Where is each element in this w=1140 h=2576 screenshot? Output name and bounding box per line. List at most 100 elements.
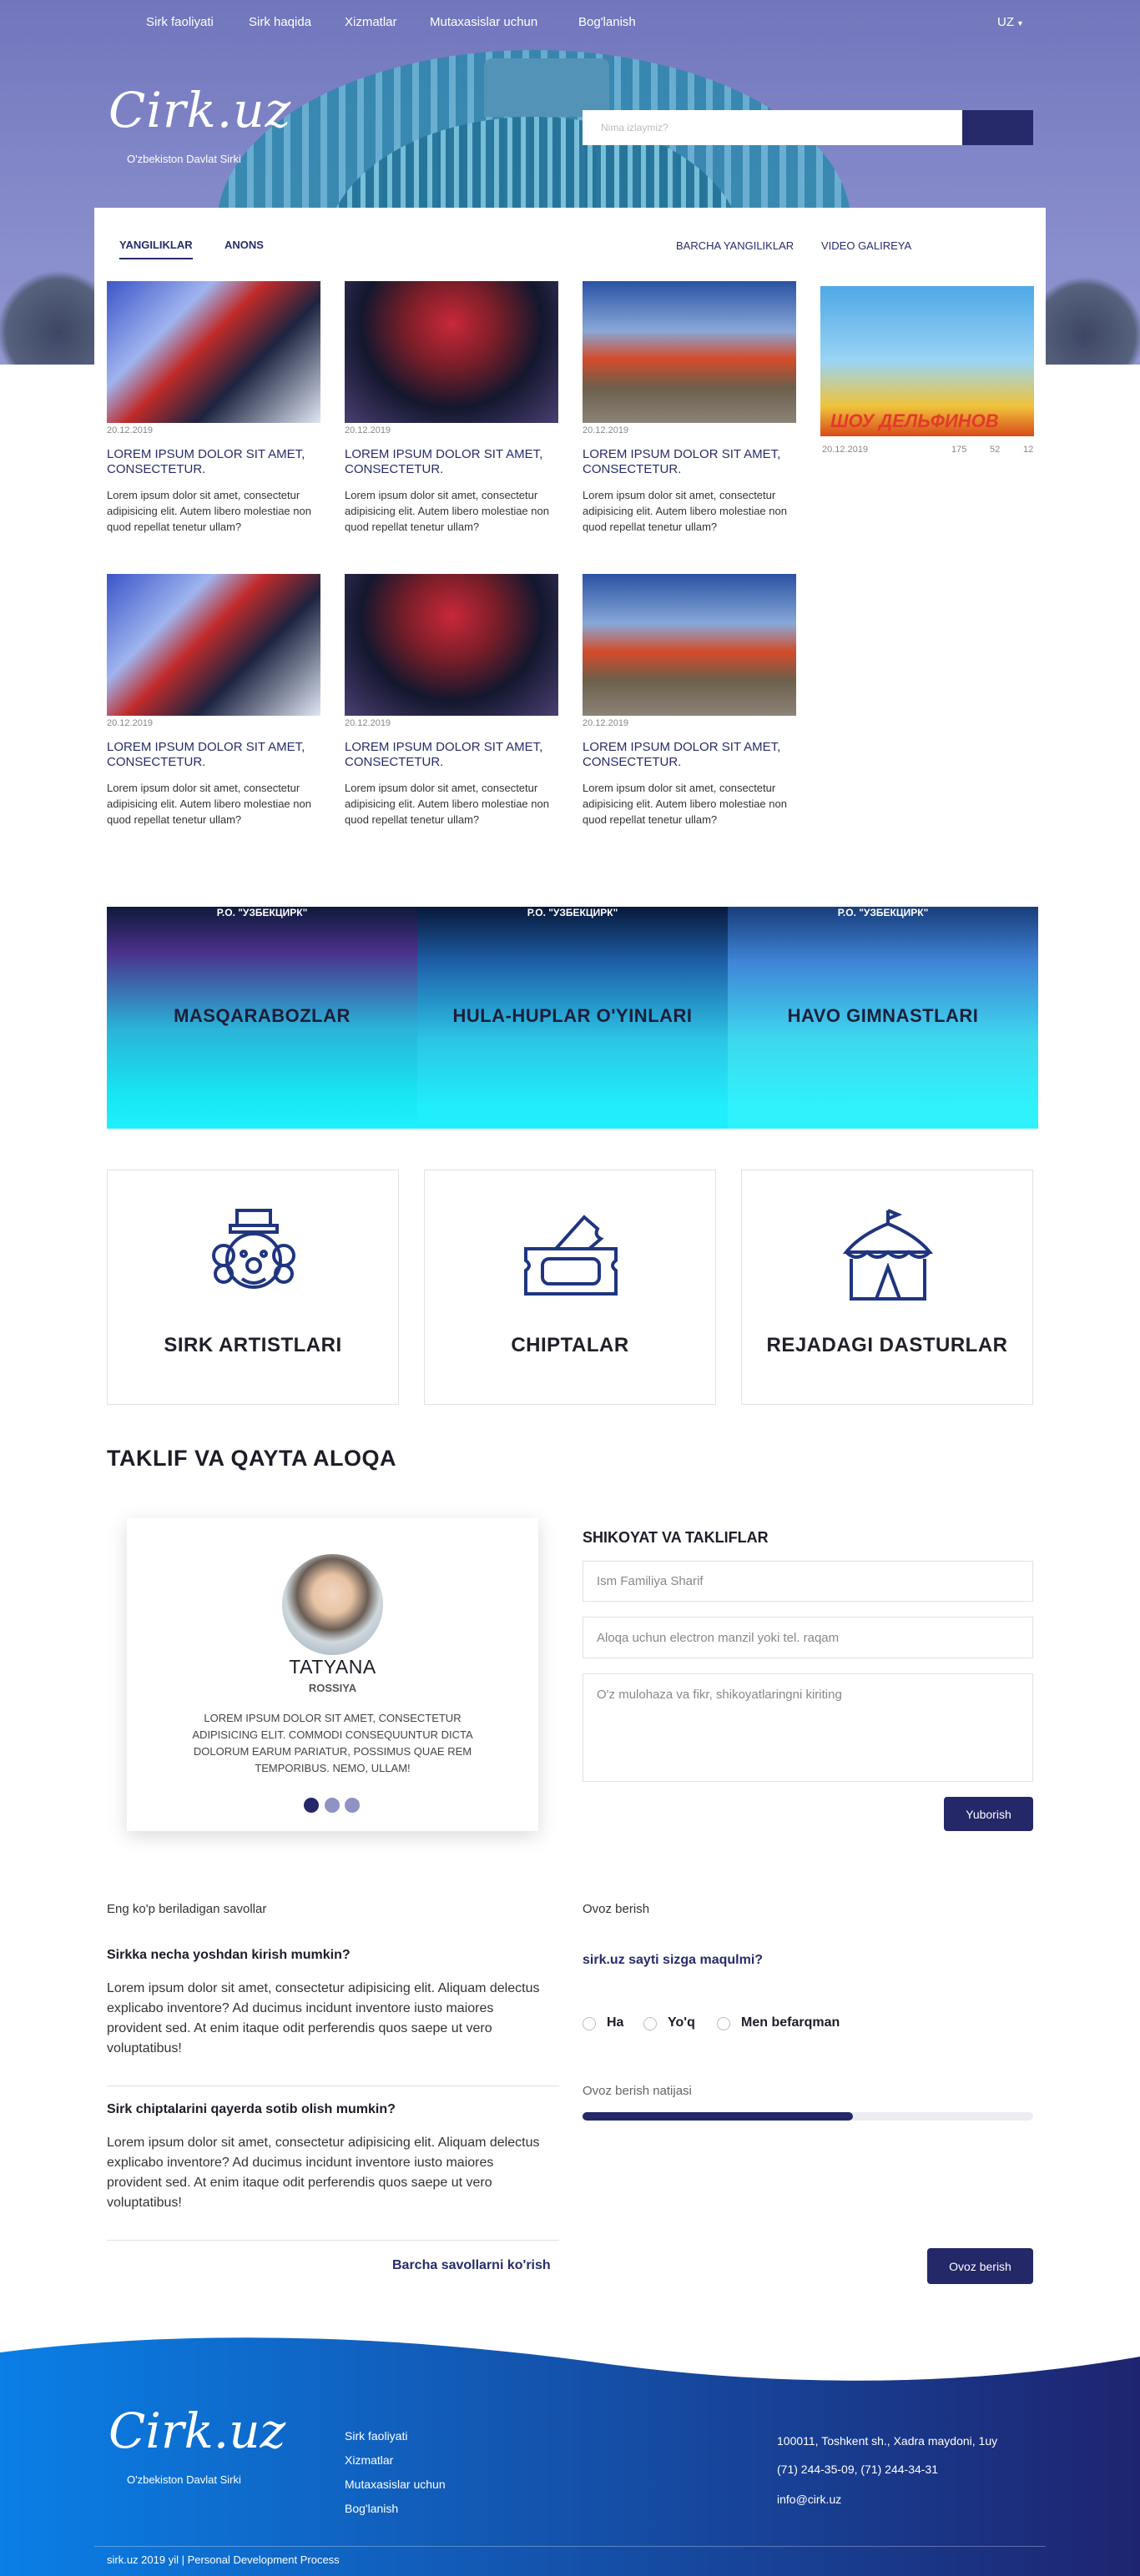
news-card-image[interactable]	[583, 574, 796, 716]
carousel-dot[interactable]	[325, 1798, 340, 1813]
news-card[interactable]: 20.12.2019 LOREM IPSUM DOLOR SIT AMET, C…	[345, 281, 558, 535]
nav-item-mutaxasislar[interactable]: Mutaxasislar uchun	[430, 15, 537, 29]
news-card-text: Lorem ipsum dolor sit amet, consectetur …	[583, 489, 787, 533]
name-field[interactable]	[583, 1561, 1033, 1602]
banner-subtitle: Р.О. "УЗБЕКЦИРК"	[527, 907, 618, 918]
banner-hula-huplar[interactable]: Р.О. "УЗБЕКЦИРК" HULA-HUPLAR O'YINLARI	[417, 907, 728, 1129]
radio-ha[interactable]	[583, 2017, 596, 2030]
footer-link-boglanish[interactable]: Bog'lanish	[345, 2502, 398, 2515]
footer-address: 100011, Toshkent sh., Xadra maydoni, 1uy	[777, 2434, 998, 2448]
video-caption: ШОУ ДЕЛЬФИНОВ	[830, 410, 999, 431]
news-card-date: 20.12.2019	[345, 718, 391, 728]
testimonial-country: ROSSIYA	[308, 1682, 357, 1694]
testimonial-text: LOREM IPSUM DOLOR SIT AMET, CONSECTETUR …	[192, 1712, 473, 1774]
news-card-title[interactable]: LOREM IPSUM DOLOR SIT AMET, CONSECTETUR.	[583, 740, 796, 770]
contact-field[interactable]	[583, 1617, 1033, 1658]
avatar	[282, 1554, 383, 1655]
news-card-text: Lorem ipsum dolor sit amet, consectetur …	[107, 489, 311, 533]
banner-masqarabozlar[interactable]: Р.О. "УЗБЕКЦИРК" MASQARABOZLAR	[107, 907, 417, 1129]
banner-subtitle: Р.О. "УЗБЕКЦИРК"	[216, 907, 308, 918]
clown-icon	[212, 1209, 295, 1289]
service-box-programs[interactable]: REJADAGI DASTURLAR	[741, 1170, 1033, 1405]
poll-result-bar	[583, 2112, 853, 2121]
carousel-dot[interactable]	[345, 1798, 360, 1813]
news-card[interactable]: 20.12.2019 LOREM IPSUM DOLOR SIT AMET, C…	[345, 574, 558, 828]
footer-link-mutaxasislar[interactable]: Mutaxasislar uchun	[345, 2478, 446, 2491]
service-box-artists[interactable]: SIRK ARTISTLARI	[107, 1170, 399, 1405]
banner-title: MASQARABOZLAR	[174, 1005, 351, 1026]
poll-result-label: Ovoz berish natijasi	[583, 2084, 692, 2098]
banner-havo-gimnastlari[interactable]: Р.О. "УЗБЕКЦИРК" HAVO GIMNASTLARI	[728, 907, 1038, 1129]
all-news-link[interactable]: BARCHA YANGILIKLAR	[676, 239, 794, 252]
news-card-text: Lorem ipsum dolor sit amet, consectetur …	[345, 489, 549, 533]
video-comments-count: 12	[1023, 445, 1034, 455]
news-card[interactable]: 20.12.2019 LOREM IPSUM DOLOR SIT AMET, C…	[107, 281, 320, 535]
divider	[107, 2240, 559, 2241]
radio-label[interactable]: Yo'q	[668, 2015, 695, 2030]
footer-phones: (71) 244-35-09, (71) 244-34-31	[777, 2463, 939, 2476]
carousel-dot-active[interactable]	[304, 1798, 319, 1813]
language-selector[interactable]: UZ ▼	[997, 15, 1024, 29]
news-card-image[interactable]	[345, 574, 558, 716]
faq-question[interactable]: Sirkka necha yoshdan kirish mumkin?	[107, 1948, 351, 1963]
news-card-title[interactable]: LOREM IPSUM DOLOR SIT AMET, CONSECTETUR.	[345, 740, 558, 770]
nav-item-boglanish[interactable]: Bog'lanish	[578, 15, 636, 29]
divider	[107, 2085, 559, 2086]
ticket-icon	[524, 1215, 618, 1296]
search-input[interactable]	[583, 110, 962, 145]
news-card-date: 20.12.2019	[583, 425, 629, 435]
service-label: SIRK ARTISTLARI	[164, 1334, 342, 1356]
news-card-image[interactable]	[107, 574, 320, 716]
footer-link-xizmatlar[interactable]: Xizmatlar	[345, 2453, 393, 2467]
poll-heading: Ovoz berish	[583, 1902, 650, 1916]
news-card-title[interactable]: LOREM IPSUM DOLOR SIT AMET, CONSECTETUR.	[583, 447, 796, 477]
faq-question[interactable]: Sirk chiptalarini qayerda sotib olish mu…	[107, 2102, 396, 2117]
testimonial-name: TATYANA	[289, 1656, 376, 1678]
news-card-title[interactable]: LOREM IPSUM DOLOR SIT AMET, CONSECTETUR.	[107, 740, 320, 770]
news-card-image[interactable]	[583, 281, 796, 423]
footer-divider	[94, 2546, 1046, 2547]
nav-item-xizmatlar[interactable]: Xizmatlar	[345, 15, 397, 29]
submit-button[interactable]: Yuborish	[944, 1797, 1033, 1831]
news-card[interactable]: 20.12.2019 LOREM IPSUM DOLOR SIT AMET, C…	[583, 574, 796, 828]
footer-logo[interactable]: Cirk.uz	[108, 2402, 285, 2459]
footer-link-sirk-faoliyati[interactable]: Sirk faoliyati	[345, 2429, 407, 2443]
news-card-date: 20.12.2019	[583, 718, 629, 728]
caret-down-icon: ▼	[1016, 19, 1024, 28]
all-questions-link[interactable]: Barcha savollarni ko'rish	[392, 2258, 551, 2273]
radio-befarqman[interactable]	[717, 2017, 730, 2030]
news-card-date: 20.12.2019	[107, 425, 154, 435]
footer-copyright: sirk.uz 2019 yil | Personal Development …	[107, 2553, 340, 2566]
news-card[interactable]: 20.12.2019 LOREM IPSUM DOLOR SIT AMET, C…	[583, 281, 796, 535]
banner-title: HAVO GIMNASTLARI	[787, 1005, 979, 1026]
vote-button[interactable]: Ovoz berish	[927, 2248, 1033, 2284]
radio-label[interactable]: Ha	[607, 2015, 623, 2030]
news-card-date: 20.12.2019	[107, 718, 154, 728]
news-card-title[interactable]: LOREM IPSUM DOLOR SIT AMET, CONSECTETUR.	[345, 447, 558, 477]
radio-yoq[interactable]	[643, 2017, 657, 2030]
news-card[interactable]: 20.12.2019 LOREM IPSUM DOLOR SIT AMET, C…	[107, 574, 320, 828]
news-card-title[interactable]: LOREM IPSUM DOLOR SIT AMET, CONSECTETUR.	[107, 447, 320, 477]
footer-email[interactable]: info@cirk.uz	[777, 2493, 841, 2506]
service-label: CHIPTALAR	[511, 1334, 629, 1356]
site-logo-subtitle: O'zbekiston Davlat Sirki	[127, 153, 241, 165]
nav-item-sirk-haqida[interactable]: Sirk haqida	[249, 15, 311, 29]
message-field[interactable]	[583, 1673, 1033, 1782]
nav-item-sirk-faoliyati[interactable]: Sirk faoliyati	[146, 15, 214, 29]
circus-tent-icon	[842, 1209, 934, 1301]
service-label: REJADAGI DASTURLAR	[766, 1334, 1008, 1356]
service-box-tickets[interactable]: CHIPTALAR	[424, 1170, 716, 1405]
search-button[interactable]	[962, 110, 1033, 145]
faq-heading: Eng ko'p beriladigan savollar	[107, 1902, 267, 1916]
radio-label[interactable]: Men befarqman	[741, 2015, 840, 2030]
video-likes-count: 52	[990, 445, 1001, 455]
tab-yangiliklar[interactable]: YANGILIKLAR	[119, 239, 193, 259]
banner-subtitle: Р.О. "УЗБЕКЦИРК"	[837, 907, 929, 918]
site-logo[interactable]: Cirk.uz	[108, 82, 291, 138]
tab-anons[interactable]: ANONS	[224, 239, 264, 251]
complaints-title: SHIKOYAT VA TAKLIFLAR	[583, 1529, 769, 1546]
video-gallery-link[interactable]: VIDEO GALIREYA	[821, 239, 911, 252]
news-card-text: Lorem ipsum dolor sit amet, consectetur …	[583, 782, 787, 826]
news-card-image[interactable]	[345, 281, 558, 423]
news-card-image[interactable]	[107, 281, 320, 423]
